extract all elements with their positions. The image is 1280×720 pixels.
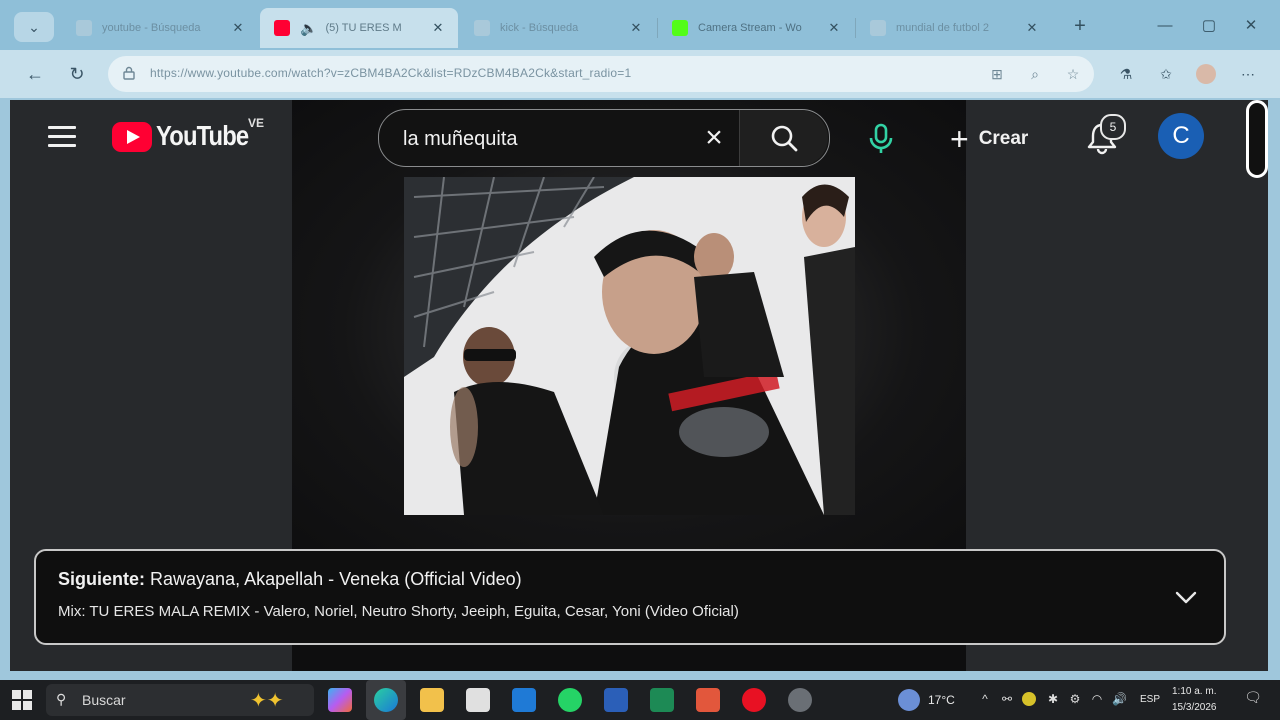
tab-actions-menu-button[interactable]: ⌄: [14, 12, 54, 42]
bluetooth-icon[interactable]: ✱: [1046, 692, 1060, 706]
kick-favicon-icon: [672, 20, 688, 36]
tab-title: (5) TU ERES M: [325, 22, 402, 34]
word-icon[interactable]: [604, 688, 628, 712]
wifi-icon[interactable]: ◠: [1090, 692, 1104, 706]
windows-start-icon[interactable]: [12, 690, 32, 710]
search-icon: [771, 125, 798, 152]
youtube-page: YouTube VE la muñequita × + Crear 5 C Si…: [10, 100, 1268, 671]
input-language[interactable]: ESP: [1140, 694, 1160, 705]
maximize-icon[interactable]: ▢: [1194, 14, 1224, 38]
search-button[interactable]: [740, 110, 828, 166]
youtube-favicon-icon: [274, 20, 290, 36]
zoom-icon[interactable]: ⌕: [1026, 65, 1044, 83]
tray-app-icon[interactable]: [1022, 692, 1036, 706]
close-icon[interactable]: ✕: [1022, 20, 1042, 36]
notification-center-icon[interactable]: 🗨: [1244, 690, 1262, 708]
powerpoint-icon[interactable]: [696, 688, 720, 712]
up-next-prefix: Siguiente:: [58, 569, 146, 589]
show-hidden-icons-chevron-icon[interactable]: ^: [978, 692, 992, 706]
browser-tab-3[interactable]: kick - Búsqueda ✕: [460, 8, 656, 48]
back-arrow-icon[interactable]: ←: [22, 62, 48, 86]
mail-icon[interactable]: [512, 688, 536, 712]
excel-icon[interactable]: [650, 688, 674, 712]
hamburger-menu-icon[interactable]: [48, 126, 76, 150]
taskbar-search-placeholder: Buscar: [82, 692, 126, 708]
extensions-icon[interactable]: ⚗: [1116, 64, 1136, 84]
refresh-icon[interactable]: ↻: [64, 62, 90, 86]
search-box[interactable]: la muñequita ×: [378, 109, 830, 167]
minimize-icon[interactable]: —: [1150, 14, 1180, 38]
video-frame-image: [404, 177, 855, 515]
browser-tab-5[interactable]: mundial de futbol 2 ✕: [856, 8, 1052, 48]
file-explorer-icon[interactable]: [420, 688, 444, 712]
search-favicon-icon: [870, 20, 886, 36]
tab-title: kick - Búsqueda: [500, 22, 579, 34]
browser-tab-1[interactable]: youtube - Búsqueda ✕: [62, 8, 258, 48]
store-icon[interactable]: [466, 688, 490, 712]
settings-icon[interactable]: ⚙: [1068, 692, 1082, 706]
clock-date[interactable]: 15/3/2026: [1172, 702, 1217, 713]
windows-taskbar: ⚲ Buscar ✦✦ 17°C ^ ⚯ ✱ ⚙ ◠ 🔊 ESP 1:10 a.…: [0, 680, 1280, 720]
media-app-icon[interactable]: [788, 688, 812, 712]
usb-icon[interactable]: ⚯: [1000, 692, 1014, 706]
video-frame[interactable]: [404, 177, 855, 515]
chevron-down-icon: ⌄: [28, 18, 40, 35]
temperature[interactable]: 17°C: [928, 693, 955, 707]
close-icon[interactable]: ✕: [626, 20, 646, 36]
copilot-app-icon[interactable]: [328, 688, 352, 712]
close-icon[interactable]: ✕: [428, 20, 448, 36]
whatsapp-icon[interactable]: [558, 688, 582, 712]
up-next-line: Siguiente: Rawayana, Akapellah - Veneka …: [58, 569, 522, 590]
plus-icon: +: [950, 121, 969, 157]
speaker-icon[interactable]: 🔈: [300, 20, 317, 37]
create-button[interactable]: + Crear: [950, 121, 1029, 157]
up-next-card[interactable]: Siguiente: Rawayana, Akapellah - Veneka …: [34, 549, 1226, 645]
close-window-icon[interactable]: ✕: [1236, 14, 1266, 38]
address-bar[interactable]: https://www.youtube.com/watch?v=zCBM4BA2…: [108, 56, 1094, 92]
microphone-icon[interactable]: [864, 122, 898, 156]
close-icon[interactable]: ✕: [824, 20, 844, 36]
url-text: https://www.youtube.com/watch?v=zCBM4BA2…: [150, 66, 632, 80]
opera-icon[interactable]: [742, 688, 766, 712]
clear-search-icon[interactable]: ×: [699, 123, 729, 153]
clock-time[interactable]: 1:10 a. m.: [1172, 686, 1216, 697]
create-label: Crear: [978, 128, 1029, 149]
browser-toolbar: ← ↻ https://www.youtube.com/watch?v=zCBM…: [0, 50, 1280, 98]
notification-count-badge: 5: [1100, 114, 1126, 140]
taskbar-search-box[interactable]: ⚲ Buscar ✦✦: [46, 684, 314, 716]
search-input[interactable]: la muñequita: [403, 128, 518, 151]
app-available-icon[interactable]: ⊞: [988, 65, 1006, 83]
search-icon: ⚲: [56, 691, 67, 707]
youtube-logo-icon[interactable]: [112, 122, 152, 152]
tab-title: Camera Stream - Wo: [698, 22, 802, 34]
search-favicon-icon: [474, 20, 490, 36]
close-icon[interactable]: ✕: [228, 20, 248, 36]
chevron-down-icon[interactable]: [1174, 587, 1198, 607]
volume-icon[interactable]: 🔊: [1112, 692, 1127, 706]
edge-browser-icon[interactable]: [374, 688, 398, 712]
browser-tab-4[interactable]: Camera Stream - Wo ✕: [658, 8, 854, 48]
more-menu-icon[interactable]: ⋯: [1238, 64, 1258, 84]
up-next-title[interactable]: Rawayana, Akapellah - Veneka (Official V…: [150, 569, 522, 589]
tab-title: mundial de futbol 2: [896, 22, 989, 34]
country-code: VE: [248, 116, 265, 130]
playlist-title[interactable]: Mix: TU ERES MALA REMIX - Valero, Noriel…: [58, 603, 739, 620]
search-favicon-icon: [76, 20, 92, 36]
weather-icon[interactable]: [898, 689, 920, 711]
youtube-wordmark[interactable]: YouTube: [156, 120, 249, 152]
new-tab-plus-icon[interactable]: +: [1068, 14, 1092, 38]
browser-tab-bar: ⌄ youtube - Búsqueda ✕ 🔈 (5) TU ERES M ✕…: [0, 0, 1280, 50]
profile-avatar-icon[interactable]: [1196, 64, 1216, 84]
account-avatar[interactable]: C: [1158, 113, 1204, 159]
sparkle-icon: ✦✦: [250, 690, 284, 712]
tab-title: youtube - Búsqueda: [102, 22, 201, 34]
favorite-star-icon[interactable]: ☆: [1064, 65, 1082, 83]
favorites-icon[interactable]: ✩: [1156, 64, 1176, 84]
lock-icon: [123, 66, 135, 80]
browser-tab-2-active[interactable]: 🔈 (5) TU ERES M ✕: [260, 8, 458, 48]
scrollbar-thumb[interactable]: [1246, 100, 1268, 178]
